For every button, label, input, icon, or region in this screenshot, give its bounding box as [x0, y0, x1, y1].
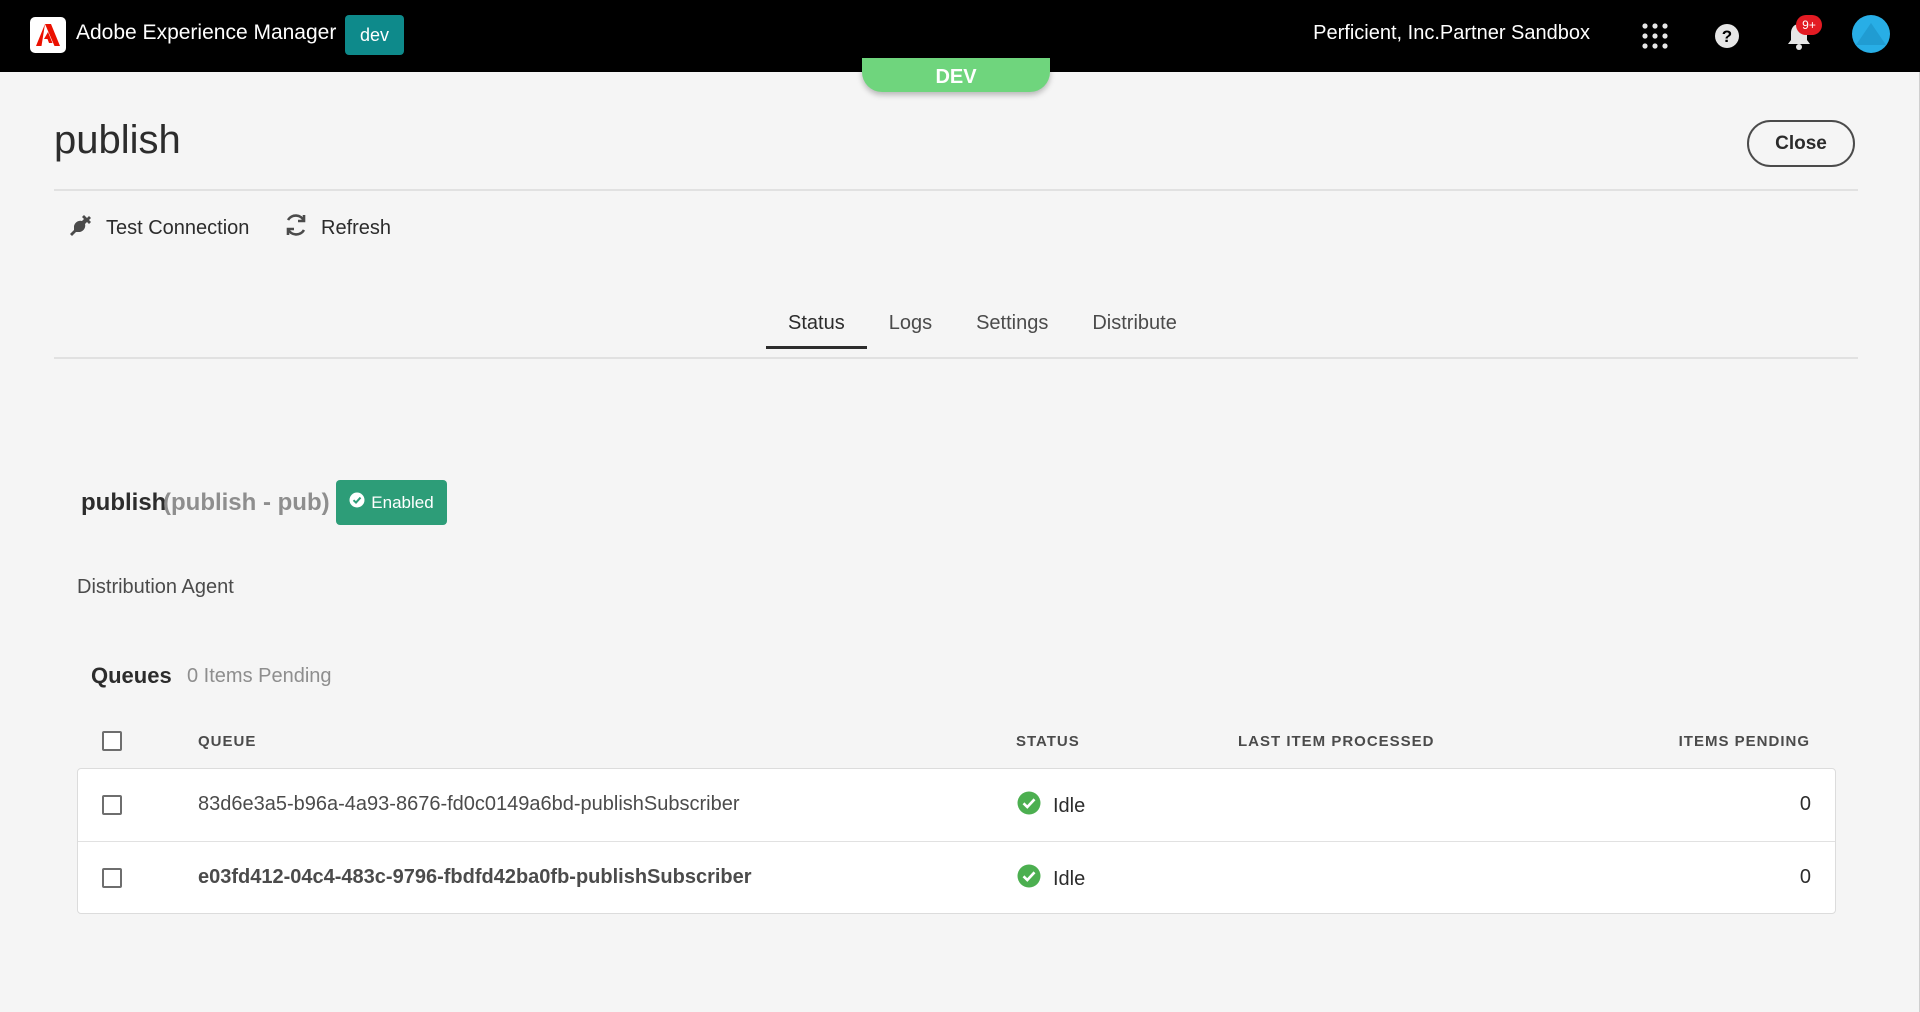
- queues-pending-count: 0 Items Pending: [187, 665, 332, 687]
- status-badge: Enabled: [336, 480, 447, 525]
- table-row[interactable]: e03fd412-04c4-483c-9796-fbdfd42ba0fb-pub…: [78, 841, 1835, 913]
- check-circle-icon: [1017, 791, 1041, 821]
- test-connection-label: Test Connection: [106, 216, 250, 239]
- plug-icon: [68, 212, 94, 244]
- status-badge-label: Enabled: [371, 492, 434, 512]
- queues-table: 83d6e3a5-b96a-4a93-8676-fd0c0149a6bd-pub…: [77, 768, 1836, 914]
- agent-name: publish: [81, 489, 167, 516]
- row-checkbox[interactable]: [102, 795, 122, 815]
- column-header-items-pending[interactable]: ITEMS PENDING: [1679, 733, 1810, 750]
- queue-items-pending: 0: [1799, 793, 1811, 815]
- row-checkbox[interactable]: [102, 868, 122, 888]
- environment-pill: DEV: [862, 58, 1050, 92]
- org-switcher[interactable]: Perficient, Inc.Partner Sandbox: [1313, 22, 1590, 45]
- environment-badge: dev: [345, 15, 405, 55]
- check-circle-icon: [349, 492, 365, 513]
- queues-heading: Queues: [91, 663, 172, 688]
- queue-items-pending: 0: [1799, 866, 1811, 888]
- tab-settings[interactable]: Settings: [954, 308, 1070, 348]
- tabs-divider: [54, 357, 1858, 359]
- app-name[interactable]: Adobe Experience Manager: [76, 21, 336, 45]
- column-header-status[interactable]: STATUS: [1016, 733, 1080, 750]
- help-icon[interactable]: ?: [1709, 18, 1745, 54]
- tab-distribute[interactable]: Distribute: [1070, 308, 1198, 348]
- notification-count-badge: 9+: [1796, 15, 1822, 35]
- apps-grid-icon[interactable]: [1637, 18, 1673, 54]
- queue-status-label: Idle: [1053, 794, 1086, 817]
- queue-status: Idle: [1017, 791, 1085, 821]
- adobe-logo-icon[interactable]: [30, 17, 66, 53]
- test-connection-button[interactable]: Test Connection: [68, 212, 249, 244]
- queue-status: Idle: [1017, 864, 1085, 894]
- tab-logs[interactable]: Logs: [867, 308, 954, 348]
- queue-status-label: Idle: [1053, 867, 1086, 890]
- page-title: publish: [54, 118, 181, 162]
- select-all-checkbox[interactable]: [102, 731, 122, 751]
- agent-subtitle: (publish - pub): [163, 489, 330, 516]
- column-header-last-item[interactable]: LAST ITEM PROCESSED: [1238, 733, 1435, 750]
- avatar[interactable]: [1852, 15, 1890, 53]
- table-row[interactable]: 83d6e3a5-b96a-4a93-8676-fd0c0149a6bd-pub…: [78, 769, 1835, 841]
- queue-name: e03fd412-04c4-483c-9796-fbdfd42ba0fb-pub…: [198, 866, 752, 888]
- close-button[interactable]: Close: [1747, 120, 1855, 167]
- queue-name: 83d6e3a5-b96a-4a93-8676-fd0c0149a6bd-pub…: [198, 793, 740, 815]
- tab-status[interactable]: Status: [766, 308, 867, 349]
- header-divider: [54, 189, 1858, 191]
- svg-text:?: ?: [1722, 27, 1732, 46]
- refresh-label: Refresh: [321, 216, 392, 239]
- check-circle-icon: [1017, 864, 1041, 894]
- agent-type: Distribution Agent: [77, 576, 234, 598]
- refresh-button[interactable]: Refresh: [283, 212, 391, 244]
- tab-bar: Status Logs Settings Distribute: [766, 308, 1199, 349]
- refresh-icon: [283, 212, 309, 244]
- column-header-queue[interactable]: QUEUE: [198, 733, 256, 750]
